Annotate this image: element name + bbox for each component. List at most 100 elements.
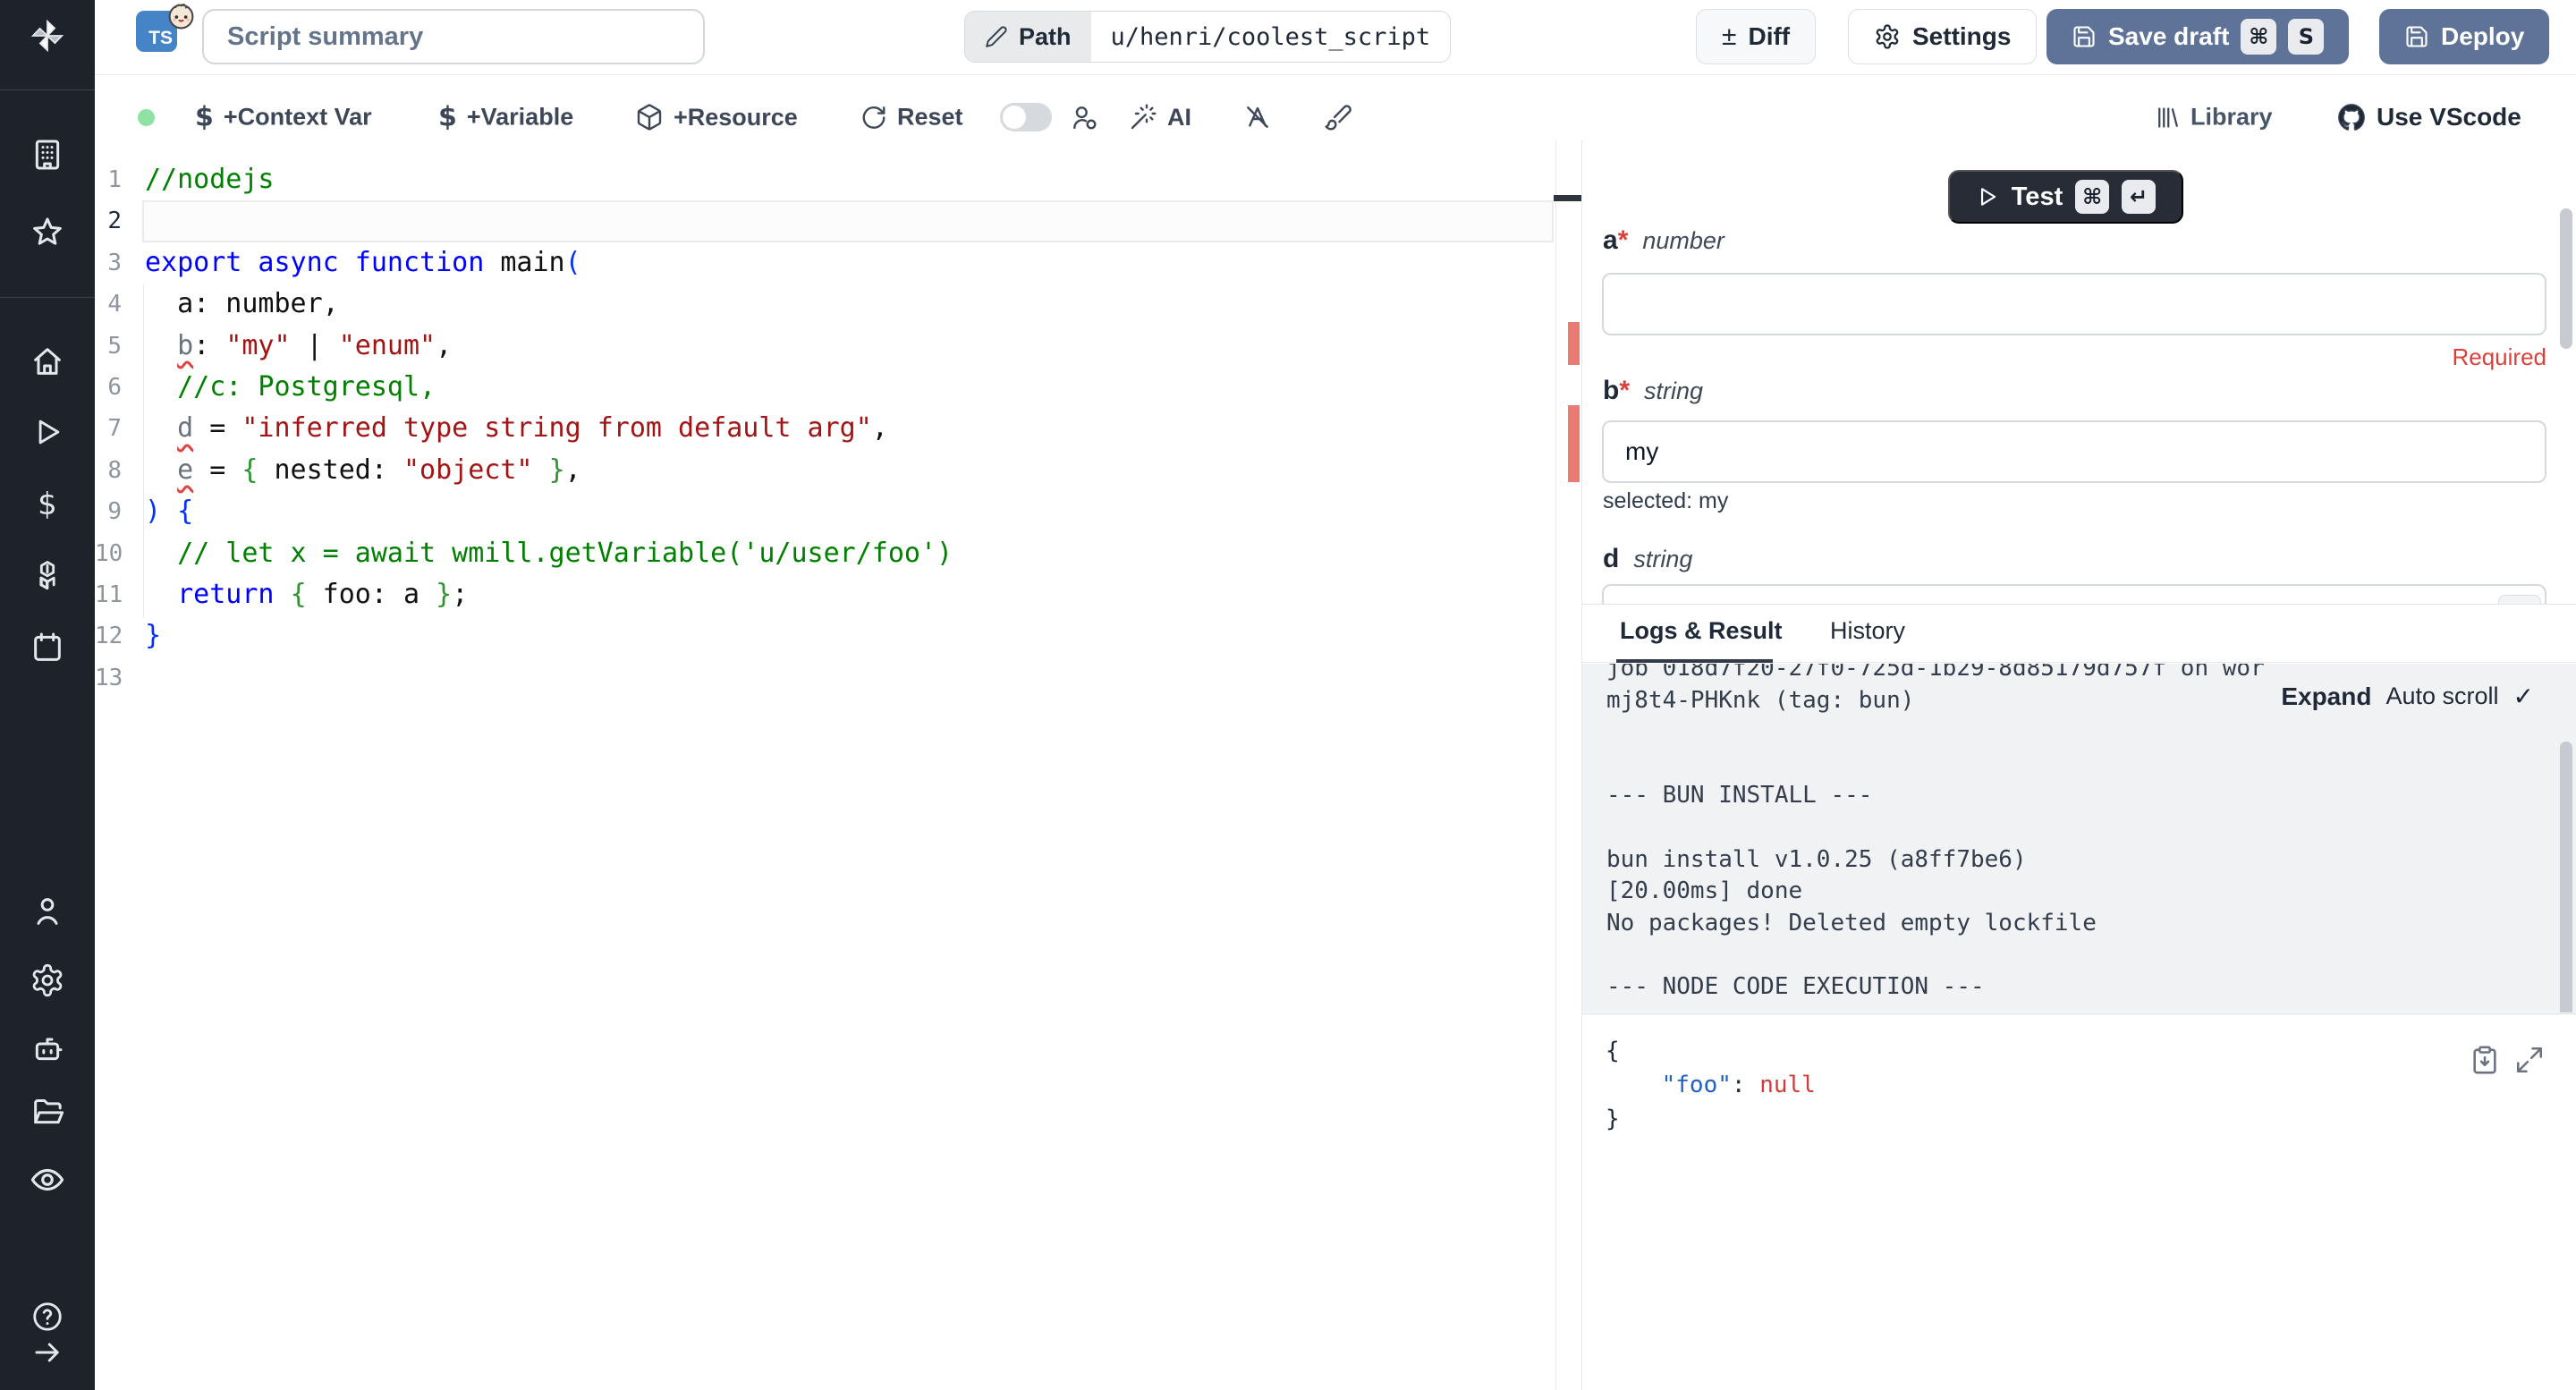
add-resource-button[interactable]: +Resource bbox=[635, 103, 798, 131]
dollar-icon: $ bbox=[195, 102, 214, 133]
diff-button[interactable]: ± Diff bbox=[1696, 9, 1816, 64]
code-text: b: "my" | "enum", bbox=[145, 326, 452, 367]
multiplayer-icon[interactable] bbox=[1070, 103, 1098, 131]
favorites-star-icon[interactable] bbox=[28, 213, 67, 252]
s-key-badge: S bbox=[2288, 19, 2324, 55]
line-number: 3 bbox=[95, 242, 122, 284]
use-vscode-button[interactable]: Use VScode bbox=[2336, 102, 2521, 132]
field-a-label: a* number bbox=[1603, 225, 1724, 256]
path-value[interactable]: u/henri/coolest_script bbox=[1091, 12, 1451, 62]
schedules-calendar-icon[interactable] bbox=[28, 628, 67, 667]
code-line: 1 //nodejs bbox=[95, 159, 1581, 200]
play-icon bbox=[1976, 185, 1999, 208]
windmill-script-editor: $ bbox=[0, 0, 2576, 1390]
field-d-mini-button[interactable] bbox=[2498, 595, 2541, 604]
field-d-input[interactable] bbox=[1602, 584, 2546, 604]
expand-button[interactable]: Expand bbox=[2281, 682, 2371, 711]
code-text: return { foo: a }; bbox=[145, 574, 468, 615]
code-text: //nodejs bbox=[145, 159, 275, 200]
bun-runtime-icon bbox=[166, 1, 196, 30]
field-d-label: d string bbox=[1603, 544, 1692, 574]
line-number: 13 bbox=[95, 657, 122, 699]
required-asterisk: * bbox=[1618, 225, 1629, 255]
variables-dollar-icon[interactable]: $ bbox=[28, 485, 67, 524]
line-number: 4 bbox=[95, 284, 122, 325]
autoscroll-label[interactable]: Auto scroll bbox=[2385, 682, 2498, 710]
toggle-knob bbox=[1003, 106, 1026, 129]
code-line: 13 bbox=[95, 657, 1581, 699]
logs-result-panel: Logs & Result History job 018d7f20-27f0-… bbox=[1582, 604, 2576, 1390]
folders-icon[interactable] bbox=[28, 1092, 67, 1131]
test-button[interactable]: Test ⌘ ↵ bbox=[1948, 170, 2183, 224]
code-line: 8 e = { nested: "object" }, bbox=[95, 450, 1581, 491]
log-scrollbar[interactable] bbox=[2560, 742, 2572, 1013]
settings-button[interactable]: Settings bbox=[1848, 9, 2037, 64]
resources-boxes-icon[interactable] bbox=[28, 555, 67, 595]
format-brush-icon[interactable] bbox=[1324, 103, 1352, 131]
workspace-building-icon[interactable] bbox=[28, 135, 67, 174]
tab-history[interactable]: History bbox=[1830, 617, 1905, 645]
tab-bar: Logs & Result History bbox=[1582, 605, 2576, 663]
line-number: 11 bbox=[95, 574, 122, 615]
help-icon[interactable] bbox=[28, 1297, 67, 1336]
line-number: 10 bbox=[95, 533, 122, 574]
settings-gear-icon[interactable] bbox=[28, 961, 67, 1000]
autocomplete-off-icon[interactable] bbox=[1243, 103, 1272, 131]
dollar-icon: $ bbox=[438, 102, 457, 133]
expand-fullscreen-icon[interactable] bbox=[2514, 1045, 2545, 1075]
field-a-input[interactable] bbox=[1602, 273, 2546, 335]
code-line: 3export async function main( bbox=[95, 242, 1581, 284]
add-context-var-button[interactable]: $ +Context Var bbox=[195, 102, 372, 133]
json-key: "foo" bbox=[1662, 1072, 1732, 1098]
audit-eye-icon[interactable] bbox=[28, 1160, 67, 1199]
code-text: ) { bbox=[145, 491, 193, 532]
code-line: 6 //c: Postgresql, bbox=[95, 367, 1581, 408]
library-button[interactable]: Library bbox=[2154, 104, 2273, 131]
ai-assistant-button[interactable]: AI bbox=[1129, 103, 1191, 131]
code-text: } bbox=[145, 615, 161, 657]
line-number: 9 bbox=[95, 491, 122, 532]
add-variable-button[interactable]: $ +Variable bbox=[438, 102, 573, 133]
code-line: 7 d = "inferred type string from default… bbox=[95, 408, 1581, 449]
path-field[interactable]: Path u/henri/coolest_script bbox=[964, 11, 1451, 63]
deploy-button[interactable]: Deploy bbox=[2379, 9, 2549, 64]
users-person-icon[interactable] bbox=[28, 892, 67, 931]
workers-robot-icon[interactable] bbox=[28, 1029, 67, 1068]
code-line: 12} bbox=[95, 615, 1581, 657]
checkmark-icon[interactable]: ✓ bbox=[2513, 682, 2534, 711]
code-line: 4 a: number, bbox=[95, 284, 1581, 325]
tab-logs-result[interactable]: Logs & Result bbox=[1620, 617, 1783, 645]
windmill-logo-icon[interactable] bbox=[28, 16, 67, 55]
save-icon bbox=[2072, 24, 2097, 49]
multiplayer-toggle[interactable] bbox=[1000, 103, 1052, 131]
path-label: Path bbox=[965, 12, 1091, 62]
code-line: 11 return { foo: a }; bbox=[95, 574, 1581, 615]
code-line: 2 bbox=[95, 200, 1581, 242]
save-draft-button[interactable]: Save draft ⌘ S bbox=[2046, 9, 2349, 64]
form-scrollbar[interactable] bbox=[2560, 208, 2572, 349]
reset-icon bbox=[860, 104, 887, 131]
enter-key-badge: ↵ bbox=[2122, 180, 2156, 214]
pencil-icon bbox=[985, 25, 1008, 48]
save-icon bbox=[2404, 24, 2429, 49]
log-output[interactable]: job 018d7f20-27f0-725d-1b29-8d85179d757f… bbox=[1582, 664, 2576, 1013]
json-value: null bbox=[1759, 1072, 1816, 1098]
plus-minus-icon: ± bbox=[1722, 23, 1736, 50]
reset-button[interactable]: Reset bbox=[860, 104, 963, 131]
line-number: 1 bbox=[95, 159, 122, 200]
code-text: e = { nested: "object" }, bbox=[145, 450, 581, 491]
code-text: a: number, bbox=[145, 284, 339, 325]
script-summary-input[interactable] bbox=[202, 9, 705, 64]
field-b-input[interactable] bbox=[1602, 420, 2546, 483]
runs-play-icon[interactable] bbox=[28, 412, 67, 452]
home-icon[interactable] bbox=[28, 342, 67, 381]
code-editor[interactable]: 1 //nodejs23export async function main(4 … bbox=[95, 140, 1581, 1390]
line-number: 12 bbox=[95, 615, 122, 657]
sidebar-divider bbox=[0, 297, 95, 298]
collapse-arrow-icon[interactable] bbox=[28, 1333, 67, 1372]
line-number: 5 bbox=[95, 326, 122, 367]
copy-clipboard-icon[interactable] bbox=[2470, 1045, 2500, 1075]
status-dot bbox=[138, 109, 155, 126]
library-icon bbox=[2154, 104, 2181, 131]
required-asterisk: * bbox=[1619, 376, 1630, 405]
